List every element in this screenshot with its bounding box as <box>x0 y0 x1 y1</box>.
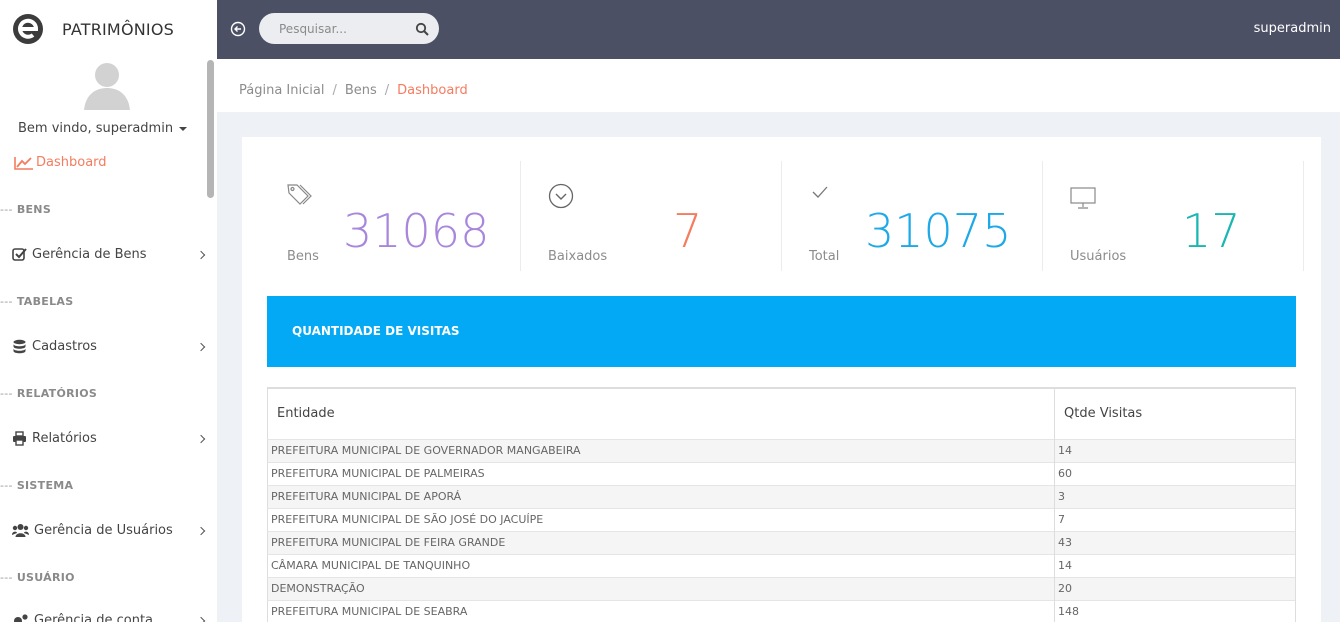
nav-relatorios[interactable]: Relatórios <box>12 431 206 446</box>
welcome-text: Bem vindo, superadmin <box>18 121 174 136</box>
monitor-icon <box>1070 187 1096 209</box>
chevron-right-icon <box>196 250 206 259</box>
check-icon <box>812 186 828 198</box>
table-row[interactable]: PREFEITURA MUNICIPAL DE SEABRA 148 <box>267 599 1296 622</box>
chevron-right-icon <box>196 434 206 443</box>
cell-entidade: PREFEITURA MUNICIPAL DE SEABRA <box>267 599 1055 622</box>
stat-bens-label: Bens <box>287 249 319 264</box>
stat-total: Total 31075 <box>782 161 1043 271</box>
cell-qtde-visitas: 14 <box>1054 438 1296 462</box>
stat-baixados-label: Baixados <box>548 249 608 264</box>
column-header-qtde-visitas[interactable]: Qtde Visitas <box>1054 388 1296 439</box>
stat-usuarios-label: Usuários <box>1070 249 1127 264</box>
visits-table-body: PREFEITURA MUNICIPAL DE GOVERNADOR MANGA… <box>267 438 1296 622</box>
section-usuario: --- USUÁRIO <box>0 571 75 584</box>
search-input[interactable] <box>279 21 409 36</box>
nav-gerencia-conta-label: Gerência de conta <box>34 613 154 622</box>
cell-qtde-visitas: 3 <box>1054 484 1296 508</box>
brand-name: PATRIMÔNIOS <box>62 19 174 39</box>
stat-baixados: Baixados 7 <box>521 161 782 271</box>
table-header-row: Entidade Qtde Visitas <box>267 388 1296 439</box>
table-row[interactable]: PREFEITURA MUNICIPAL DE PALMEIRAS 60 <box>267 461 1296 485</box>
search-icon[interactable] <box>415 22 429 36</box>
avatar-icon <box>84 63 130 110</box>
nav-dashboard-label: Dashboard <box>36 155 107 170</box>
search-box <box>259 13 439 44</box>
sidebar-scrollbar[interactable] <box>207 60 214 198</box>
cell-qtde-visitas: 43 <box>1054 530 1296 554</box>
breadcrumb-separator: / <box>384 83 390 98</box>
nav-gerencia-usuarios[interactable]: Gerência de Usuários <box>12 523 206 538</box>
stat-total-value: 31075 <box>865 204 1012 258</box>
nav-cadastros-label: Cadastros <box>32 339 97 354</box>
dashboard-card: Bens 31068 Baixados 7 Total 31075 Usuári… <box>242 137 1321 622</box>
stat-baixados-value: 7 <box>673 204 703 258</box>
top-user-name[interactable]: superadmin <box>1254 21 1331 36</box>
check-square-icon <box>12 248 27 261</box>
line-chart-icon <box>14 156 33 170</box>
cell-qtde-visitas: 20 <box>1054 576 1296 600</box>
table-row[interactable]: PREFEITURA MUNICIPAL DE FEIRA GRANDE 43 <box>267 530 1296 554</box>
nav-gerencia-conta[interactable]: Gerência de conta <box>12 613 206 622</box>
chevron-right-icon <box>196 526 206 535</box>
visits-table: Entidade Qtde Visitas PREFEITURA MUNICIP… <box>267 387 1296 622</box>
table-row[interactable]: PREFEITURA MUNICIPAL DE SÃO JOSÉ DO JACU… <box>267 507 1296 531</box>
cell-entidade: DEMONSTRAÇÃO <box>267 576 1055 600</box>
cell-qtde-visitas: 148 <box>1054 599 1296 622</box>
stat-bens: Bens 31068 <box>242 161 521 271</box>
section-sistema: --- SISTEMA <box>0 479 74 492</box>
visits-panel-title: QUANTIDADE DE VISITAS <box>292 324 460 338</box>
cell-entidade: PREFEITURA MUNICIPAL DE APORÁ <box>267 484 1055 508</box>
nav-gerencia-bens[interactable]: Gerência de Bens <box>12 247 206 262</box>
sidebar: PATRIMÔNIOS Bem vindo, superadmin Dashbo… <box>0 0 217 622</box>
cell-qtde-visitas: 7 <box>1054 507 1296 531</box>
caret-down-icon <box>179 126 188 131</box>
breadcrumb: Página Inicial / Bens / Dashboard <box>239 83 468 98</box>
cell-qtde-visitas: 14 <box>1054 553 1296 577</box>
breadcrumb-bar: Página Inicial / Bens / Dashboard <box>217 59 1340 112</box>
tags-icon <box>287 184 312 205</box>
breadcrumb-separator: / <box>332 83 337 98</box>
topbar: superadmin <box>217 0 1340 59</box>
nav-gerencia-bens-label: Gerência de Bens <box>32 247 147 262</box>
table-row[interactable]: PREFEITURA MUNICIPAL DE GOVERNADOR MANGA… <box>267 438 1296 462</box>
cell-entidade: PREFEITURA MUNICIPAL DE FEIRA GRANDE <box>267 530 1055 554</box>
section-bens: --- BENS <box>0 203 52 216</box>
table-row[interactable]: PREFEITURA MUNICIPAL DE APORÁ 3 <box>267 484 1296 508</box>
chevron-right-icon <box>196 616 206 622</box>
column-header-entidade[interactable]: Entidade <box>267 388 1055 439</box>
brand-logo-icon <box>13 14 43 44</box>
nav-dashboard[interactable]: Dashboard <box>14 155 107 170</box>
cell-entidade: PREFEITURA MUNICIPAL DE GOVERNADOR MANGA… <box>267 438 1055 462</box>
cell-entidade: PREFEITURA MUNICIPAL DE PALMEIRAS <box>267 461 1055 485</box>
back-circle-icon[interactable] <box>230 21 246 37</box>
table-row[interactable]: DEMONSTRAÇÃO 20 <box>267 576 1296 600</box>
chevron-right-icon <box>196 342 206 351</box>
stat-total-label: Total <box>809 249 840 264</box>
circle-chevron-down-icon <box>548 183 574 209</box>
visits-panel-header: QUANTIDADE DE VISITAS <box>267 296 1296 367</box>
nav-relatorios-label: Relatórios <box>32 431 97 446</box>
brand[interactable]: PATRIMÔNIOS <box>12 12 174 46</box>
breadcrumb-current: Dashboard <box>397 83 468 98</box>
user-menu-toggle[interactable]: Bem vindo, superadmin <box>18 121 188 136</box>
breadcrumb-bens[interactable]: Bens <box>345 83 377 98</box>
users-icon <box>12 524 29 537</box>
nav-cadastros[interactable]: Cadastros <box>12 339 206 354</box>
nav-gerencia-usuarios-label: Gerência de Usuários <box>34 523 173 538</box>
gears-icon <box>14 614 28 622</box>
database-icon <box>13 339 26 354</box>
stat-usuarios-value: 17 <box>1182 204 1241 258</box>
table-row[interactable]: CÂMARA MUNICIPAL DE TANQUINHO 14 <box>267 553 1296 577</box>
cell-qtde-visitas: 60 <box>1054 461 1296 485</box>
stat-bens-value: 31068 <box>343 204 490 258</box>
cell-entidade: PREFEITURA MUNICIPAL DE SÃO JOSÉ DO JACU… <box>267 507 1055 531</box>
section-tabelas: --- TABELAS <box>0 295 74 308</box>
section-relatorios: --- RELATÓRIOS <box>0 387 98 400</box>
breadcrumb-home[interactable]: Página Inicial <box>239 83 324 98</box>
print-icon <box>13 431 26 446</box>
cell-entidade: CÂMARA MUNICIPAL DE TANQUINHO <box>267 553 1055 577</box>
stat-usuarios: Usuários 17 <box>1043 161 1304 271</box>
